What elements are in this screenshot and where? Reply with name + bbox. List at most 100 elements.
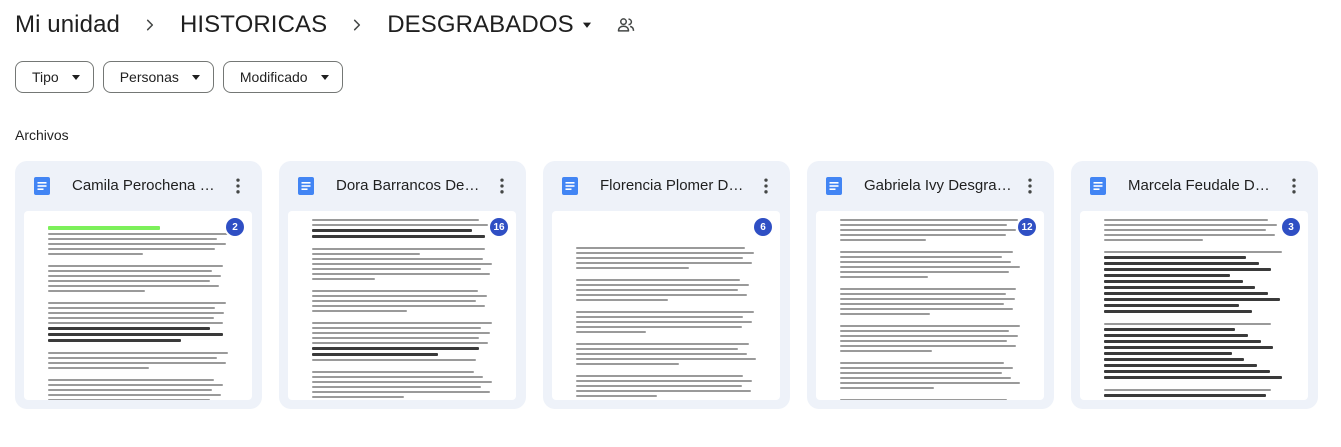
more-vert-icon[interactable] <box>1284 176 1304 196</box>
breadcrumb-mi-unidad[interactable]: Mi unidad <box>15 11 120 39</box>
thumbnail-text-line <box>312 332 491 334</box>
thumbnail-text-line <box>840 382 1020 384</box>
thumbnail-text-line <box>312 300 476 302</box>
thumbnail-text-line <box>312 229 473 232</box>
thumbnail-text-line <box>840 392 1020 396</box>
file-thumbnail[interactable]: 12 <box>816 211 1044 400</box>
section-label-archivos: Archivos <box>15 127 69 143</box>
google-doc-icon <box>562 177 578 195</box>
thumbnail-text-line <box>48 372 228 376</box>
filter-chip-personas[interactable]: Personas <box>102 61 214 93</box>
thumbnail-text-line <box>312 224 489 226</box>
thumbnail-text-line <box>1104 229 1266 231</box>
file-card[interactable]: Camila Perochena Desgrabado 2 <box>15 161 262 409</box>
thumbnail-text-line <box>840 355 1020 359</box>
shared-folder-icon[interactable] <box>616 15 636 35</box>
file-card[interactable]: Marcela Feudale Desgrabado 3 <box>1071 161 1318 409</box>
thumbnail-text-line <box>576 336 756 340</box>
file-thumbnail[interactable]: 6 <box>552 211 780 400</box>
thumbnail-text-line <box>576 294 747 296</box>
thumbnail-text-line <box>840 251 1013 253</box>
file-thumbnail[interactable]: 3 <box>1080 211 1308 400</box>
thumbnail-text-line <box>1104 346 1274 349</box>
thumbnail-text-line <box>840 325 1020 327</box>
more-vert-icon[interactable] <box>1020 176 1040 196</box>
thumbnail-text-line <box>48 352 228 354</box>
thumbnail-text-line <box>840 377 1011 379</box>
thumbnail-text-line <box>48 270 212 272</box>
thumbnail-text-line <box>312 353 438 356</box>
thumbnail-text-line <box>576 299 668 301</box>
thumbnail-text-line <box>576 267 690 269</box>
comment-count-badge: 12 <box>1018 218 1036 236</box>
thumbnail-text-line <box>840 276 929 278</box>
file-card[interactable]: Florencia Plomer Desgrabado 6 <box>543 161 790 409</box>
thumbnail-text-line <box>312 253 420 255</box>
more-vert-icon[interactable] <box>756 176 776 196</box>
thumbnail-text-line <box>576 363 679 365</box>
thumbnail-text-line <box>48 275 221 277</box>
thumbnail-text-line <box>576 289 738 291</box>
filter-bar: Tipo Personas Modificado <box>15 61 343 93</box>
file-card[interactable]: Gabriela Ivy Desgrabado 12 <box>807 161 1054 409</box>
more-vert-icon[interactable] <box>492 176 512 196</box>
filter-chip-modificado[interactable]: Modificado <box>222 61 343 93</box>
thumbnail-text-line <box>576 247 746 249</box>
thumbnail-text-line <box>48 265 223 267</box>
thumbnail-text-line <box>1104 323 1272 325</box>
thumbnail-text-line <box>576 262 753 264</box>
thumbnail-text-line <box>576 368 756 372</box>
thumbnail-text-line <box>48 233 228 235</box>
thumbnail-text-line <box>1104 394 1266 397</box>
thumbnail-text-line <box>1104 352 1232 355</box>
google-doc-icon <box>298 177 314 195</box>
file-title: Gabriela Ivy Desgrabado <box>864 177 1014 194</box>
thumbnail-text-line <box>312 391 491 393</box>
thumbnail-text-line <box>48 226 160 230</box>
thumbnail-text-line <box>1104 292 1268 295</box>
thumbnail-text-line <box>576 343 749 345</box>
thumbnail-text-line <box>312 376 483 378</box>
file-card[interactable]: Dora Barrancos Desgrabado 16 <box>279 161 526 409</box>
file-thumbnail[interactable]: 2 <box>24 211 252 400</box>
thumbnail-text-line <box>840 345 1017 347</box>
thumbnail-text-line <box>48 327 210 330</box>
thumbnail-text-line <box>576 380 753 382</box>
thumbnail-text-line <box>576 316 744 318</box>
breadcrumb-historicas[interactable]: HISTORICAS <box>180 11 327 39</box>
thumbnail-text-line <box>312 278 375 280</box>
more-vert-icon[interactable] <box>228 176 248 196</box>
thumbnail-text-line <box>576 395 657 397</box>
google-doc-icon <box>1090 177 1106 195</box>
thumbnail-text-line <box>1104 262 1259 265</box>
thumbnail-text-line <box>840 219 1019 221</box>
thumbnail-text-line <box>48 339 182 342</box>
filter-chip-tipo[interactable]: Tipo <box>15 61 94 93</box>
thumbnail-text-line <box>1104 298 1281 301</box>
google-doc-icon <box>34 177 50 195</box>
thumbnail-text-line <box>48 362 227 364</box>
thumbnail-text-line <box>48 248 216 250</box>
google-doc-icon <box>826 177 842 195</box>
filter-chip-label: Personas <box>119 69 179 85</box>
thumbnail-text-line <box>840 340 1008 342</box>
thumbnail-text-line <box>312 364 492 368</box>
thumbnail-text-line <box>576 257 744 259</box>
breadcrumb-current-label: DESGRABADOS <box>387 11 574 38</box>
thumbnail-text-line <box>48 394 221 396</box>
filter-chip-label: Modificado <box>239 69 308 85</box>
thumbnail-text-line <box>312 327 482 329</box>
file-title: Camila Perochena Desgrabado <box>72 177 222 194</box>
thumbnail-text-line <box>48 312 225 314</box>
thumbnail-text-line <box>840 244 1020 248</box>
thumbnail-text-line <box>840 288 1017 290</box>
breadcrumb-current-folder-button[interactable]: DESGRABADOS <box>387 11 597 39</box>
chevron-right-icon <box>340 8 374 42</box>
thumbnail-text-line <box>312 219 480 221</box>
thumbnail-text-line <box>1104 310 1252 313</box>
file-title: Florencia Plomer Desgrabado <box>600 177 750 194</box>
thumbnail-text-line <box>576 284 749 286</box>
thumbnail-text-line <box>576 240 756 244</box>
file-thumbnail[interactable]: 16 <box>288 211 516 400</box>
thumbnail-text-line <box>1104 370 1270 373</box>
